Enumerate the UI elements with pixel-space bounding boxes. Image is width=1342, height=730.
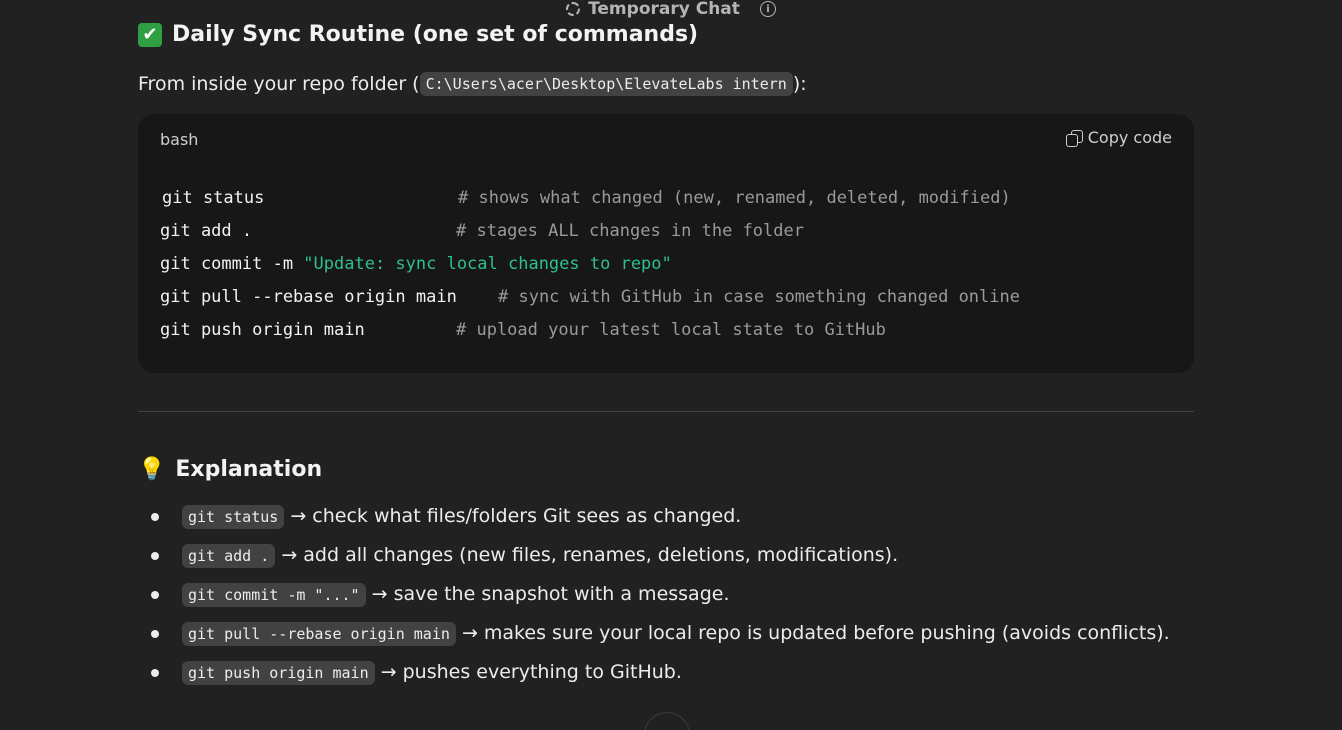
inline-code: git commit -m "..." xyxy=(182,583,366,607)
list-item: git push origin main → pushes everything… xyxy=(138,657,1182,688)
list-item: git commit -m "..." → save the snapshot … xyxy=(138,579,1182,610)
section-title: Daily Sync Routine (one set of commands) xyxy=(172,22,699,47)
section-explanation: 💡 Explanation xyxy=(138,457,1194,482)
copy-icon xyxy=(1065,129,1083,147)
intro-text-end: ): xyxy=(792,73,807,95)
code-line: git status # shows what changed (new, re… xyxy=(160,188,1020,221)
explanation-list: git status → check what files/folders Gi… xyxy=(138,501,1194,688)
code-comment: # sync with GitHub in case something cha… xyxy=(498,287,1020,307)
list-item-text: → add all changes (new files, renames, d… xyxy=(275,544,899,566)
code-line: git commit -m "Update: sync local change… xyxy=(160,254,1020,287)
code-command: git add . xyxy=(160,221,253,241)
code-lines: git status # shows what changed (new, re… xyxy=(160,188,1020,353)
section-title: Explanation xyxy=(175,457,323,482)
section-heading: 💡 Explanation xyxy=(138,457,1194,482)
list-item: git add . → add all changes (new files, … xyxy=(138,540,1182,571)
code-comment: # upload your latest local state to GitH… xyxy=(456,320,886,340)
code-command: git commit -m xyxy=(160,254,304,274)
temporary-chat-label: Temporary Chat xyxy=(588,0,740,19)
code-language-label: bash xyxy=(160,130,199,149)
code-line: git pull --rebase origin main # sync wit… xyxy=(160,287,1020,320)
section-heading: ✔ Daily Sync Routine (one set of command… xyxy=(138,22,1194,47)
list-item: git status → check what files/folders Gi… xyxy=(138,501,1182,532)
inline-code: git pull --rebase origin main xyxy=(182,622,456,646)
list-item-text: → pushes everything to GitHub. xyxy=(374,661,682,683)
scroll-to-bottom-button[interactable] xyxy=(644,712,690,730)
list-item-text: → save the snapshot with a message. xyxy=(365,583,730,605)
temporary-chat-header: Temporary Chat i xyxy=(0,0,1342,21)
code-command: git status xyxy=(162,188,265,208)
copy-code-label: Copy code xyxy=(1087,128,1172,147)
code-comment: # shows what changed (new, renamed, dele… xyxy=(458,188,1011,208)
inline-code: git status xyxy=(182,505,285,529)
code-command: git pull --rebase origin main xyxy=(160,287,457,307)
inline-code: git push origin main xyxy=(182,661,375,685)
info-icon[interactable]: i xyxy=(759,1,776,17)
chat-page: Temporary Chat i ✔ Daily Sync Routine (o… xyxy=(0,0,1342,730)
dashed-circle-icon xyxy=(566,2,581,16)
intro-text: From inside your repo folder ( xyxy=(138,73,420,95)
code-command: git push origin main xyxy=(160,320,365,340)
list-item-text: → check what files/folders Git sees as c… xyxy=(284,505,742,527)
copy-code-button[interactable]: Copy code xyxy=(1065,128,1172,147)
section-daily-sync: ✔ Daily Sync Routine (one set of command… xyxy=(138,22,1194,47)
light-bulb-icon: 💡 xyxy=(138,457,166,482)
code-comment: # stages ALL changes in the folder xyxy=(456,221,804,241)
inline-code: git add . xyxy=(182,544,276,568)
intro-paragraph: From inside your repo folder ( C:\Users\… xyxy=(138,72,1194,96)
list-item: git pull --rebase origin main → makes su… xyxy=(138,618,1182,649)
section-divider xyxy=(138,411,1194,412)
explanation-list-container: git status → check what files/folders Gi… xyxy=(138,501,1194,696)
repo-path-code: C:\Users\acer\Desktop\ElevateLabs intern xyxy=(419,72,793,96)
code-line: git add . # stages ALL changes in the fo… xyxy=(160,221,1020,254)
code-line: git push origin main # upload your lates… xyxy=(160,320,1020,353)
check-mark-icon: ✔ xyxy=(138,22,162,47)
list-item-text: → makes sure your local repo is updated … xyxy=(455,622,1170,644)
code-string: "Update: sync local changes to repo" xyxy=(303,254,672,274)
